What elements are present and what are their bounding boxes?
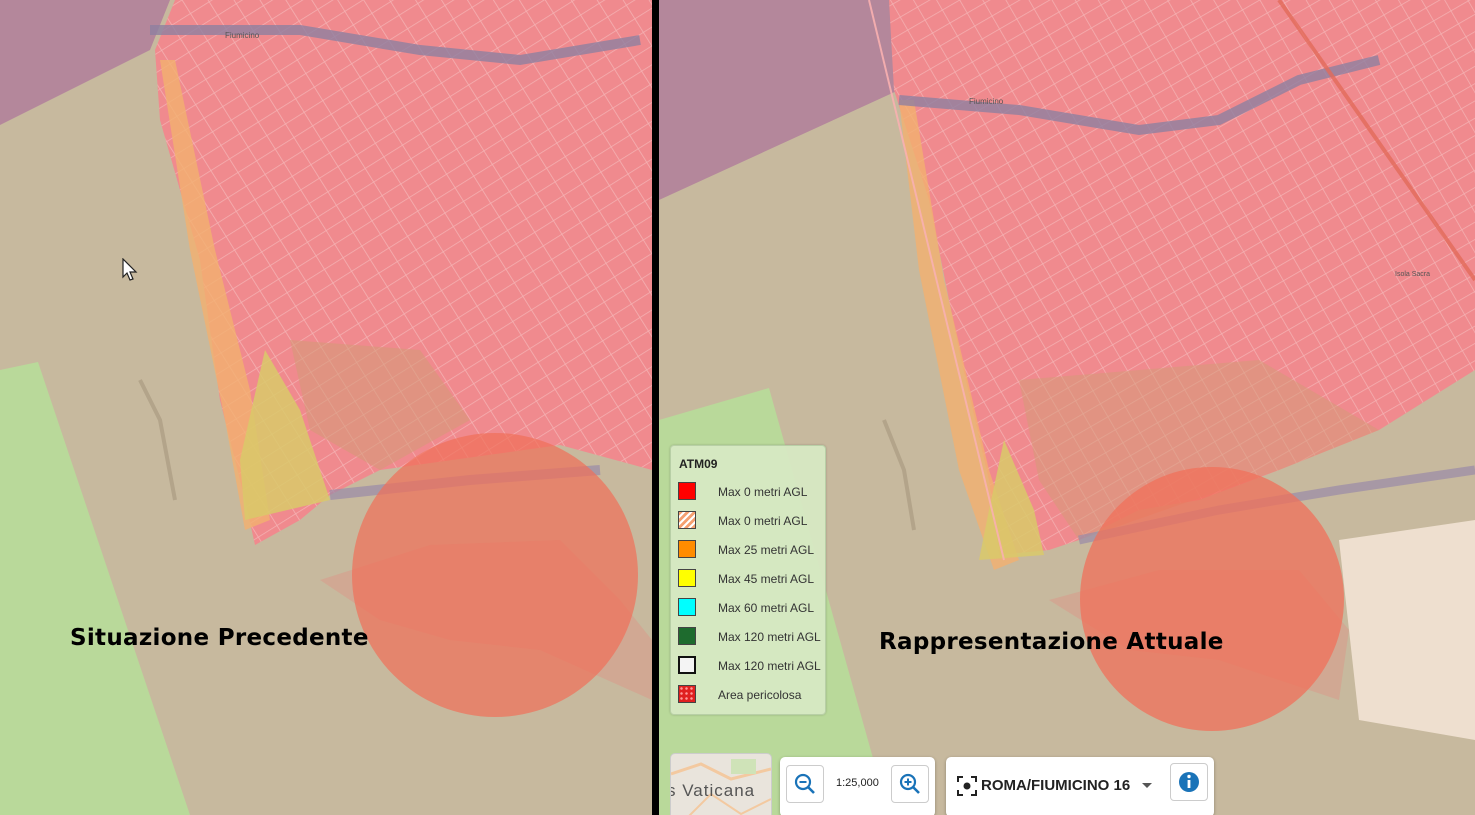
legend-label: Max 25 metri AGL (718, 543, 815, 557)
zoom-out-icon (794, 773, 815, 794)
legend-swatch-yellow (678, 569, 696, 587)
zoom-in-icon (899, 773, 920, 794)
zoom-in-button[interactable] (891, 765, 929, 803)
runway-label: ROMA/FIUMICINO 16R/34L (981, 777, 1131, 794)
legend-item: Max 0 metri AGL (678, 482, 823, 504)
map-canvas-previous[interactable]: Fiumicino (0, 0, 652, 815)
map-panel-current[interactable]: Fiumicino Isola Sacra ATM09 Max 0 metri … (659, 0, 1475, 815)
legend-item: Max 60 metri AGL (678, 598, 823, 620)
legend-item: Area pericolosa (678, 685, 823, 707)
map-label-town: Fiumicino (225, 31, 260, 40)
caret-down-icon (1142, 783, 1152, 788)
map-legend: ATM09 Max 0 metri AGL Max 0 metri AGL Ma… (670, 445, 826, 715)
legend-swatch-orange (678, 540, 696, 558)
danger-circle (352, 433, 638, 717)
legend-label: Max 120 metri AGL (718, 630, 821, 644)
legend-label: Max 120 metri AGL (718, 659, 821, 673)
legend-label: Area pericolosa (718, 688, 802, 702)
map-scale: 1:25,000 (836, 777, 879, 789)
caption-previous: Situazione Precedente (70, 625, 369, 651)
minimap-thumbnail[interactable]: s Vaticana (670, 753, 772, 815)
legend-swatch-red (678, 482, 696, 500)
residential-south (1339, 520, 1475, 740)
map-label-town: Fiumicino (969, 97, 1004, 106)
legend-label: Max 0 metri AGL (718, 485, 808, 499)
legend-item: Max 25 metri AGL (678, 540, 823, 562)
minimap-label: s Vaticana (670, 781, 756, 800)
danger-circle (1080, 467, 1344, 731)
info-button[interactable] (1170, 763, 1208, 801)
legend-label: Max 0 metri AGL (718, 514, 808, 528)
zoom-control: 1:25,000 (780, 757, 935, 815)
caption-current: Rappresentazione Attuale (879, 629, 1224, 655)
legend-label: Max 60 metri AGL (718, 601, 815, 615)
legend-title: ATM09 (679, 457, 718, 471)
legend-swatch-dotted (678, 685, 696, 703)
legend-item: Max 120 metri AGL (678, 627, 823, 649)
legend-swatch-cyan (678, 598, 696, 616)
legend-swatch-outline (678, 656, 696, 674)
legend-item: Max 120 metri AGL (678, 656, 823, 678)
panel-divider (652, 0, 659, 815)
info-icon (1179, 772, 1199, 792)
legend-swatch-green (678, 627, 696, 645)
focus-icon (957, 776, 977, 796)
map-panel-previous[interactable]: Fiumicino Situazione Precedente (0, 0, 652, 815)
runway-selector[interactable]: ROMA/FIUMICINO 16R/34L (946, 757, 1214, 815)
legend-swatch-hatched (678, 511, 696, 529)
zoom-out-button[interactable] (786, 765, 824, 803)
legend-label: Max 45 metri AGL (718, 572, 815, 586)
map-label-isola-sacra: Isola Sacra (1395, 271, 1430, 278)
legend-item: Max 45 metri AGL (678, 569, 823, 591)
legend-item: Max 0 metri AGL (678, 511, 823, 533)
